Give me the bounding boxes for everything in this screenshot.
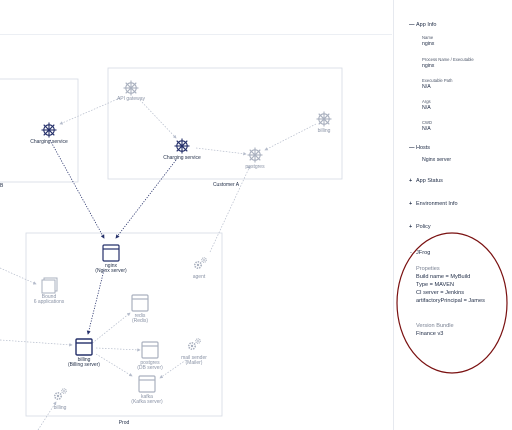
args-field-label: Args bbox=[422, 99, 431, 104]
edge-billing-to-kafka bbox=[95, 353, 133, 377]
environment-info-section-header[interactable]: + Environment Info bbox=[409, 201, 458, 207]
hosts-value: Nginx server bbox=[422, 157, 452, 163]
name-field-label: Name bbox=[422, 35, 434, 40]
nginx-sublabel: (Nginx server) bbox=[95, 268, 127, 274]
cluster-customer-a-label: Customer A bbox=[213, 182, 240, 188]
dependency-graph-canvas[interactable]: API gateway Charging service Charging se… bbox=[0, 0, 392, 430]
kafka-app-icon[interactable] bbox=[138, 375, 156, 393]
charging-service-center-helm-icon[interactable] bbox=[173, 137, 191, 155]
edge-billing-to-postgres bbox=[264, 123, 317, 151]
charging-service-left-helm-icon[interactable] bbox=[40, 121, 58, 139]
mail-sender-sublabel: (Mailer) bbox=[186, 360, 203, 366]
charging-service-left-label: Charging service bbox=[30, 139, 68, 145]
edge-offscreen-to-bound bbox=[0, 267, 37, 285]
edge-charging-center-to-nginx bbox=[115, 159, 177, 239]
edge-nginx-to-billing bbox=[86, 269, 105, 335]
edge-charging-left-to-nginx bbox=[49, 139, 105, 239]
postgres-top-label: postgres bbox=[245, 164, 265, 170]
kafka-sublabel: (Kafka server) bbox=[131, 399, 163, 405]
edge-api-to-charging-center bbox=[139, 99, 177, 139]
billing-bottom-label: billing bbox=[54, 405, 67, 411]
postgres-db-app-icon[interactable] bbox=[141, 341, 159, 359]
graph-svg: API gateway Charging service Charging se… bbox=[0, 67, 343, 430]
agent-gear-icon[interactable] bbox=[194, 257, 207, 270]
exec-path-field-value: N/A bbox=[422, 84, 431, 90]
highlight-ellipse bbox=[396, 232, 508, 374]
edge-offscreen-to-billing bbox=[0, 339, 73, 347]
agent-label: agent bbox=[193, 274, 206, 280]
cluster-left-label: B bbox=[0, 183, 4, 189]
edge-billing-to-redis bbox=[89, 312, 131, 346]
billing-top-helm-icon[interactable] bbox=[315, 110, 333, 128]
nginx-app-icon[interactable] bbox=[102, 244, 120, 262]
redis-sublabel: (Redis) bbox=[132, 318, 148, 324]
postgres-top-helm-icon[interactable] bbox=[246, 146, 264, 164]
edge-charging-center-to-postgres bbox=[195, 147, 247, 156]
cluster-left bbox=[0, 78, 79, 183]
edge-billing-to-postgres-db bbox=[95, 347, 141, 352]
billing-sublabel: (Billing server) bbox=[68, 362, 100, 368]
cluster-prod-label: Prod bbox=[119, 420, 130, 426]
bound-sublabel: 6 applications bbox=[34, 299, 65, 305]
collapse-icon: — bbox=[409, 145, 415, 151]
process-field-label: Process Name / Executable bbox=[422, 57, 474, 62]
api-gateway-helm-icon[interactable] bbox=[122, 79, 140, 97]
collapse-icon: — bbox=[409, 22, 415, 28]
edge-mailer-to-kafka bbox=[159, 359, 187, 379]
billing-top-label: billing bbox=[318, 128, 331, 134]
mail-sender-gear-icon[interactable] bbox=[188, 338, 201, 351]
billing-app-icon[interactable] bbox=[75, 338, 93, 356]
cluster-customer-a bbox=[107, 67, 343, 180]
exec-path-field-label: Executable Path bbox=[422, 78, 453, 83]
cwd-field-value: N/A bbox=[422, 126, 431, 132]
args-field-value: N/A bbox=[422, 105, 431, 111]
process-field-value: nginx bbox=[422, 63, 435, 69]
cluster-prod bbox=[25, 232, 223, 417]
redis-app-icon[interactable] bbox=[131, 294, 149, 312]
expand-icon: + bbox=[409, 201, 413, 207]
hosts-section-header[interactable]: — Hosts bbox=[409, 145, 430, 151]
postgres-db-sublabel: (DB server) bbox=[137, 365, 163, 371]
edge-api-to-charging-left bbox=[59, 97, 121, 125]
app-status-section-header[interactable]: + App Status bbox=[409, 178, 443, 184]
api-gateway-label: API gateway bbox=[117, 96, 146, 102]
name-field-value: nginx bbox=[422, 41, 435, 47]
charging-service-center-label: Charging service bbox=[163, 155, 201, 161]
bound-stack-icon[interactable] bbox=[41, 277, 58, 294]
billing-bottom-gear-icon[interactable] bbox=[53, 388, 67, 401]
expand-icon: + bbox=[409, 178, 413, 184]
cwd-field-label: CWD bbox=[422, 120, 433, 125]
app-info-section-header[interactable]: — App Info bbox=[409, 22, 437, 28]
